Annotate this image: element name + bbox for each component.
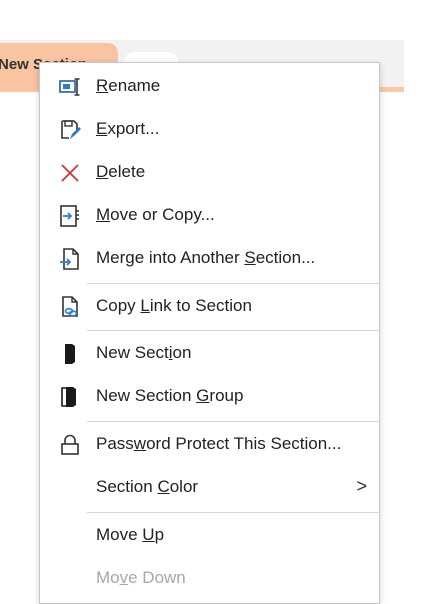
menu-item-password-protect[interactable]: Password Protect This Section... — [40, 423, 379, 466]
new-section-group-icon — [58, 385, 82, 409]
export-icon — [58, 118, 82, 142]
menu-item-export[interactable]: Export... — [40, 108, 379, 151]
merge-icon — [58, 247, 82, 271]
move-copy-icon — [58, 204, 82, 228]
menu-item-new-section[interactable]: New Section — [40, 332, 379, 375]
menu-separator — [87, 421, 379, 422]
delete-icon — [58, 161, 82, 185]
menu-item-delete[interactable]: Delete — [40, 151, 379, 194]
menu-separator — [87, 330, 379, 331]
menu-item-move-up[interactable]: Move Up — [40, 514, 379, 557]
copy-link-icon — [58, 295, 82, 319]
menu-item-rename[interactable]: Rename — [40, 65, 379, 108]
rename-icon — [58, 75, 82, 99]
menu-item-copy-link-to-section[interactable]: Copy Link to Section — [40, 285, 379, 328]
menu-item-move-down: Move Down — [96, 568, 186, 587]
menu-item-new-section-group[interactable]: New Section Group — [40, 375, 379, 418]
menu-item-move-or-copy[interactable]: Move or Copy... — [40, 194, 379, 237]
chevron-right-icon: > — [356, 476, 367, 496]
menu-item-merge-into-another-section[interactable]: Merge into Another Section... — [40, 237, 379, 280]
menu-separator — [87, 512, 379, 513]
new-section-icon — [58, 342, 82, 366]
context-menu: Rename Export... Delete Move or Copy... … — [39, 62, 380, 604]
lock-icon — [58, 433, 82, 457]
menu-item-section-color[interactable]: Section Color > — [40, 466, 379, 509]
menu-separator — [87, 283, 379, 284]
